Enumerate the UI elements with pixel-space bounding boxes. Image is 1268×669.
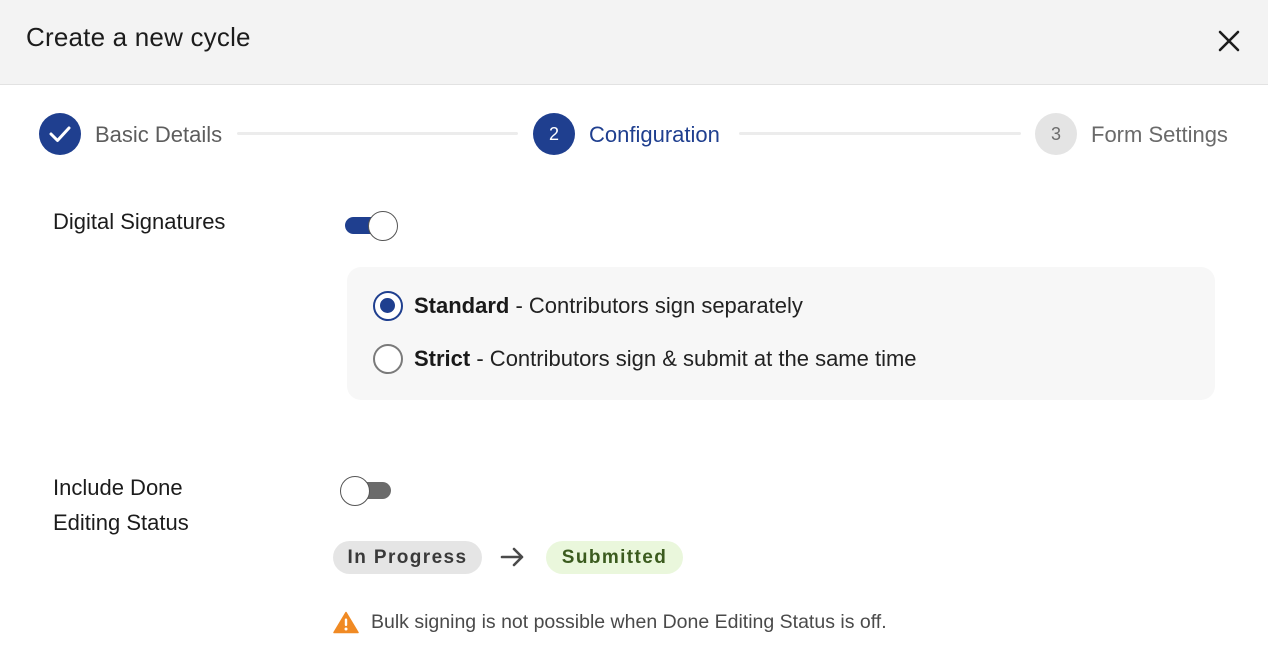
signature-options-panel: Standard - Contributors sign separately …	[347, 267, 1215, 400]
done-editing-toggle[interactable]	[340, 476, 392, 507]
step-connector-1	[237, 132, 518, 135]
status-badge-in-progress: In Progress	[333, 541, 482, 574]
option-standard-text: Standard - Contributors sign separately	[414, 293, 803, 319]
warning-text: Bulk signing is not possible when Done E…	[371, 611, 887, 633]
toggle-knob	[368, 211, 398, 241]
step-3-number[interactable]: 3	[1035, 113, 1077, 155]
option-strict-description: - Contributors sign & submit at the same…	[470, 346, 917, 371]
step-3-label[interactable]: Form Settings	[1091, 122, 1228, 148]
option-strict[interactable]: Strict - Contributors sign & submit at t…	[373, 344, 917, 374]
step-2-label[interactable]: Configuration	[589, 122, 720, 148]
step-1-complete[interactable]	[39, 113, 81, 155]
option-standard[interactable]: Standard - Contributors sign separately	[373, 291, 803, 321]
warning-icon	[333, 611, 359, 634]
warning-message: Bulk signing is not possible when Done E…	[333, 611, 887, 634]
step-1-label[interactable]: Basic Details	[95, 122, 222, 148]
option-strict-text: Strict - Contributors sign & submit at t…	[414, 346, 917, 372]
arrow-right-icon	[500, 547, 524, 567]
toggle-knob	[340, 476, 370, 506]
done-editing-label-line2: Editing Status	[53, 510, 189, 535]
check-icon	[49, 126, 71, 142]
status-badge-submitted: Submitted	[546, 541, 683, 574]
digital-signatures-toggle[interactable]	[345, 211, 399, 241]
step-connector-2	[739, 132, 1021, 135]
close-icon	[1218, 30, 1240, 52]
radio-strict[interactable]	[373, 344, 403, 374]
dialog-title: Create a new cycle	[26, 22, 251, 52]
done-editing-label-line1: Include Done	[53, 475, 183, 500]
stepper: Basic Details 2 Configuration 3 Form Set…	[0, 113, 1268, 157]
step-2-number[interactable]: 2	[533, 113, 575, 155]
digital-signatures-label: Digital Signatures	[53, 209, 226, 234]
radio-standard[interactable]	[373, 291, 403, 321]
dialog-header: Create a new cycle	[0, 0, 1268, 85]
option-standard-name: Standard	[414, 293, 510, 318]
option-standard-description: - Contributors sign separately	[509, 293, 803, 318]
close-button[interactable]	[1212, 24, 1246, 58]
option-strict-name: Strict	[414, 346, 471, 371]
